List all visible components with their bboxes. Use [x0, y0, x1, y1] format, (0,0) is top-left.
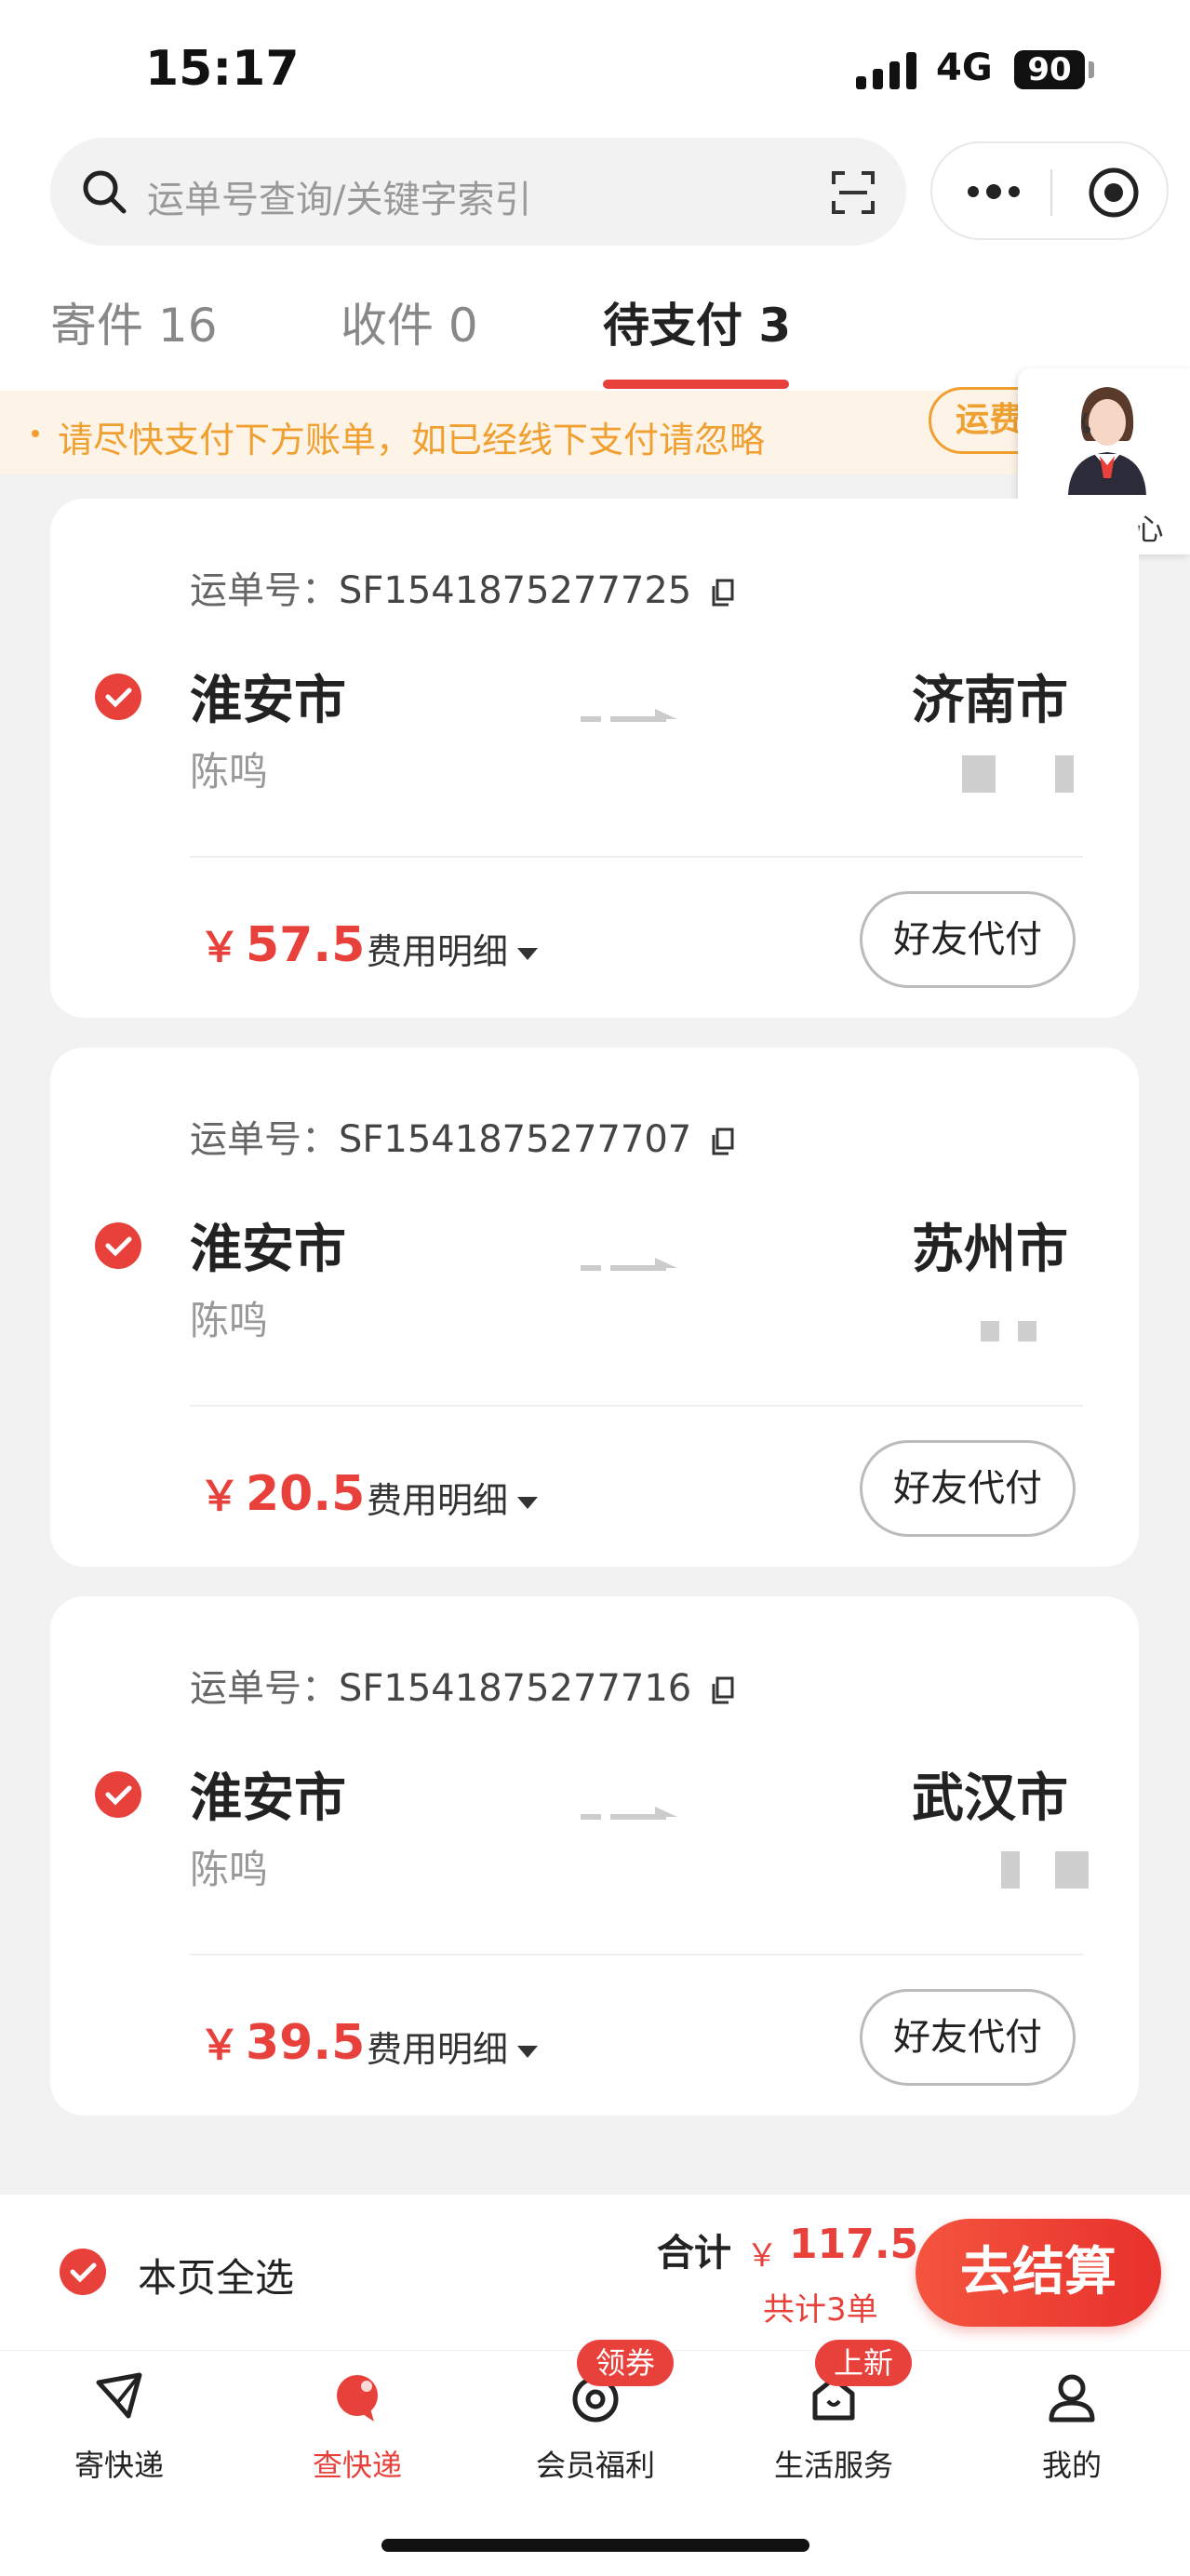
home-indicator: [381, 2539, 809, 2552]
fee-detail-toggle[interactable]: 费用明细: [367, 923, 539, 974]
route-arrow-icon: [581, 1258, 677, 1271]
tabbar-label: 寄快递: [74, 2448, 164, 2483]
origin-city: 淮安市: [190, 1768, 346, 1829]
tab-active-indicator: [603, 380, 789, 389]
notice-text: 请尽快支付下方账单，如已经线下支付请忽略: [58, 420, 766, 460]
friend-pay-button[interactable]: 好友代付: [860, 1989, 1076, 2086]
status-time: 15:17: [145, 41, 300, 97]
route-arrow-icon: [581, 709, 677, 722]
order-checkbox[interactable]: [95, 1222, 141, 1269]
new-badge: 上新: [815, 2340, 913, 2386]
waybill-value: SF1541875277707: [339, 1118, 692, 1161]
copy-icon[interactable]: [711, 1676, 735, 1704]
sender-name: 陈鸣: [190, 1847, 269, 1892]
send-icon: [96, 2372, 142, 2419]
fee-detail-toggle[interactable]: 费用明细: [367, 1472, 539, 1523]
customer-service-avatar-icon: [1068, 387, 1146, 495]
tab-receive[interactable]: 收件 0: [341, 288, 478, 355]
tabbar-item-send[interactable]: 寄快递: [0, 2351, 238, 2500]
destination-city: 苏州市: [912, 1220, 1068, 1280]
tabbar-label: 生活服务: [773, 2448, 893, 2483]
search-input[interactable]: 运单号查询/关键字索引: [147, 169, 531, 223]
order-card: 运单号：SF1541875277707 淮安市 陈鸣 苏州市 ￥ 20.5 费用明…: [50, 1048, 1139, 1567]
total-amount: 117.5: [789, 2221, 919, 2268]
header-area: 15:17 4G 90 运单号查询/关键字索引 寄件 16 收件 0 待支付 3: [0, 0, 1190, 391]
total-currency: ￥: [746, 2237, 778, 2275]
copy-icon[interactable]: [711, 1128, 735, 1155]
order-card: 运单号：SF1541875277725 淮安市 陈鸣 济南市 ￥ 57.5 费用明…: [50, 499, 1139, 1018]
tab-pending-payment[interactable]: 待支付 3: [603, 288, 791, 355]
tabbar-item-query[interactable]: 查快递: [238, 2351, 476, 2500]
waybill-label: 运单号：: [190, 569, 339, 612]
query-icon: [337, 2375, 378, 2422]
check-icon: [70, 2262, 97, 2283]
waybill-number: 运单号：SF1541875277716: [190, 1658, 735, 1712]
tabbar-label: 会员福利: [535, 2448, 655, 2483]
mini-program-capsule: [930, 141, 1169, 240]
waybill-label: 运单号：: [190, 1667, 339, 1710]
select-all-label[interactable]: 本页全选: [138, 2247, 294, 2303]
tabbar-label: 我的: [1041, 2448, 1102, 2483]
friend-pay-button[interactable]: 好友代付: [860, 1440, 1076, 1537]
check-icon: [105, 1785, 132, 1806]
tabbar-item-profile[interactable]: 我的: [953, 2351, 1190, 2500]
destination-city: 济南市: [912, 671, 1068, 731]
caret-down-icon: [517, 948, 539, 960]
order-card: 运单号：SF1541875277716 淮安市 陈鸣 武汉市 ￥ 39.5 费用明…: [50, 1596, 1139, 2116]
card-divider: [190, 1405, 1083, 1407]
masked-recipient: [981, 1314, 1092, 1351]
checkout-bar: 本页全选 合计 ￥ 117.5 共计3单 去结算: [0, 2194, 1190, 2350]
card-divider: [190, 1954, 1083, 1955]
order-count: 共计3单: [763, 2291, 878, 2329]
network-type: 4G: [936, 47, 993, 89]
check-icon: [105, 687, 132, 708]
origin-city: 淮安市: [190, 671, 346, 731]
copy-icon[interactable]: [711, 579, 735, 607]
waybill-number: 运单号：SF1541875277707: [190, 1109, 735, 1163]
battery-icon: 90: [1014, 50, 1085, 89]
waybill-label: 运单号：: [190, 1118, 339, 1161]
fee-detail-toggle[interactable]: 费用明细: [367, 2021, 539, 2072]
capsule-divider: [1050, 169, 1052, 216]
coupon-badge: 领券: [577, 2340, 675, 2386]
order-checkbox[interactable]: [95, 674, 141, 720]
select-all-checkbox[interactable]: [60, 2249, 106, 2295]
masked-recipient: [962, 755, 1083, 793]
tab-send[interactable]: 寄件 16: [50, 288, 218, 355]
tabbar-item-member[interactable]: 领券 会员福利: [476, 2340, 715, 2500]
waybill-value: SF1541875277716: [339, 1667, 692, 1710]
checkout-button[interactable]: 去结算: [916, 2219, 1161, 2327]
route-arrow-icon: [581, 1807, 677, 1820]
bottom-tab-bar: 寄快递 查快递 领券 会员福利 上新 生活服务 我的: [0, 2340, 1190, 2576]
notice-dot: [32, 430, 39, 437]
total-label: 合计: [657, 2232, 731, 2275]
sender-name: 陈鸣: [190, 1298, 269, 1343]
order-price: ￥ 57.5: [199, 917, 366, 973]
battery-tip: [1089, 61, 1094, 78]
signal-icon: [856, 52, 917, 89]
friend-pay-button[interactable]: 好友代付: [860, 891, 1076, 988]
origin-city: 淮安市: [190, 1220, 346, 1280]
scan-icon[interactable]: [830, 169, 876, 216]
order-checkbox[interactable]: [95, 1771, 141, 1818]
waybill-value: SF1541875277725: [339, 569, 692, 612]
card-divider: [190, 856, 1083, 858]
caret-down-icon: [517, 2046, 539, 2058]
more-icon[interactable]: [966, 182, 1022, 201]
waybill-number: 运单号：SF1541875277725: [190, 560, 735, 614]
order-price: ￥ 20.5: [199, 1466, 366, 1522]
profile-icon: [1049, 2374, 1095, 2423]
sender-name: 陈鸣: [190, 749, 269, 794]
destination-city: 武汉市: [912, 1768, 1068, 1829]
check-icon: [105, 1236, 132, 1257]
tabbar-label: 查快递: [312, 2448, 402, 2483]
search-icon: [83, 170, 127, 214]
search-bar[interactable]: 运单号查询/关键字索引: [50, 138, 906, 246]
tabbar-item-life-service[interactable]: 上新 生活服务: [715, 2340, 953, 2500]
close-target-icon[interactable]: [1087, 166, 1141, 220]
order-price: ￥ 39.5: [199, 2015, 366, 2071]
masked-recipient: [1001, 1851, 1113, 1889]
caret-down-icon: [517, 1497, 539, 1509]
